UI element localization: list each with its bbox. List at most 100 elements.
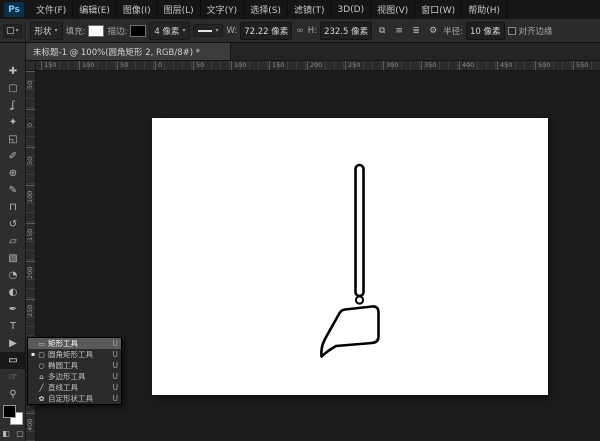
menu-item-label: 帮助(H)	[468, 3, 500, 16]
menu-filter[interactable]: 滤镜(T)	[288, 0, 332, 19]
flyout-rounded-rectangle-tool[interactable]: ▪ ▢ 圆角矩形工具 U	[28, 349, 121, 360]
menu-item-label: 文件(F)	[36, 3, 66, 16]
document-tab-title: 未标题-1 @ 100%(圆角矩形 2, RGB/8#) *	[33, 46, 200, 58]
menu-view[interactable]: 视图(V)	[371, 0, 415, 19]
ruler-tick: 150	[41, 61, 79, 70]
tool-icon: ↺	[9, 219, 17, 230]
stroke-style-select[interactable]: ▾	[193, 24, 223, 37]
radius-input[interactable]: 10 像素	[466, 22, 505, 40]
width-input[interactable]: 72.22 像素	[240, 22, 292, 40]
path-operations-button[interactable]: ⧉	[375, 24, 389, 38]
path-selection-tool[interactable]: ▶	[0, 335, 26, 352]
menu-edit[interactable]: 编辑(E)	[73, 0, 117, 19]
shape-icon: ▢	[37, 351, 46, 359]
ruler-number: 200	[26, 267, 34, 279]
separator	[25, 23, 27, 39]
chevron-down-icon: ▾	[182, 27, 185, 34]
menu-select[interactable]: 选择(S)	[244, 0, 288, 19]
menu-file[interactable]: 文件(F)	[30, 0, 73, 19]
zoom-tool[interactable]: ⚲	[0, 386, 26, 403]
tool-mode-select[interactable]: 形状 ▾	[30, 22, 63, 40]
menu-window[interactable]: 窗口(W)	[415, 0, 462, 19]
dodge-tool[interactable]: ◐	[0, 284, 26, 301]
flyout-polygon-tool[interactable]: ▪ ⌂ 多边形工具 U	[28, 371, 121, 382]
tool-icon: ◐	[9, 287, 18, 298]
history-brush-tool[interactable]: ↺	[0, 216, 26, 233]
ruler-tick: 150	[269, 61, 307, 70]
width-value: 72.22 像素	[244, 27, 288, 37]
gradient-tool[interactable]: ▧	[0, 250, 26, 267]
flyout-custom-shape-tool[interactable]: ▪ ✿ 自定形状工具 U	[28, 393, 121, 404]
foreground-color-swatch[interactable]	[3, 405, 16, 418]
photoshop-window: Ps 文件(F) 编辑(E) 图像(I) 图层(L)	[0, 0, 600, 441]
flyout-rectangle-tool[interactable]: ▪ ▭ 矩形工具 U	[28, 338, 121, 349]
flyout-item-label: 自定形状工具	[48, 393, 93, 404]
menu-image[interactable]: 图像(I)	[117, 0, 158, 19]
path-arrange-button[interactable]: ≣	[409, 24, 423, 38]
tools-panel: ✚ ▢ ʆ ✦ ◱ ✐	[0, 43, 26, 441]
flyout-item-label: 多边形工具	[48, 371, 86, 382]
eyedropper-tool[interactable]: ✐	[0, 148, 26, 165]
stroke-swatch[interactable]	[130, 25, 146, 37]
marquee-tool[interactable]: ▢	[0, 80, 26, 97]
flyout-item-shortcut: U	[113, 372, 119, 381]
brush-tool[interactable]: ✎	[0, 182, 26, 199]
menu-type[interactable]: 文字(Y)	[201, 0, 245, 19]
flyout-item-label: 圆角矩形工具	[48, 349, 93, 360]
move-tool[interactable]: ✚	[0, 63, 26, 80]
horizontal-ruler[interactable]: 150 100 50 0 50 100 150	[36, 61, 600, 71]
menu-help[interactable]: 帮助(H)	[462, 0, 507, 19]
ruler-number: 550	[576, 61, 588, 70]
healing-brush-tool[interactable]: ⊕	[0, 165, 26, 182]
ruler-origin[interactable]	[26, 61, 36, 71]
tool-icon: T	[10, 321, 16, 332]
tool-icon: ✦	[9, 117, 17, 128]
geometry-options-button[interactable]: ⚙	[426, 24, 440, 38]
lasso-tool[interactable]: ʆ	[0, 97, 26, 114]
screen-mode-button[interactable]: ▢	[14, 427, 26, 439]
link-dimensions-icon[interactable]: ∞	[295, 26, 305, 36]
height-input[interactable]: 232.5 像素	[320, 22, 372, 40]
fill-swatch[interactable]	[88, 25, 104, 37]
menu-layer[interactable]: 图层(L)	[158, 0, 201, 19]
ruler-number: 150	[44, 61, 56, 70]
menu-item-label: 视图(V)	[377, 3, 408, 16]
flyout-line-tool[interactable]: ▪ ╱ 直线工具 U	[28, 382, 121, 393]
crop-tool[interactable]: ◱	[0, 131, 26, 148]
tool-preset-picker[interactable]: ▢ ▾	[3, 24, 22, 38]
tool-icon: ⊓	[9, 202, 17, 213]
stroke-label: 描边:	[107, 25, 127, 37]
flyout-item-shortcut: U	[113, 383, 119, 392]
menu-bar: Ps 文件(F) 编辑(E) 图像(I) 图层(L)	[0, 0, 600, 20]
width-label: W:	[226, 26, 237, 36]
shape-icon: ✿	[37, 395, 46, 403]
tool-icon: ✒	[9, 304, 17, 315]
flyout-ellipse-tool[interactable]: ▪ ○ 椭圆工具 U	[28, 360, 121, 371]
path-alignment-button[interactable]: ≡	[392, 24, 406, 38]
document-tab[interactable]: 未标题-1 @ 100%(圆角矩形 2, RGB/8#) *	[26, 43, 231, 60]
blur-tool[interactable]: ◔	[0, 267, 26, 284]
ruler-tick: 500	[535, 61, 573, 70]
canvas[interactable]	[152, 118, 548, 395]
tool-icon: ◔	[9, 270, 18, 281]
menu-item-label: 窗口(W)	[421, 3, 455, 16]
stroke-width-select[interactable]: 4 像素 ▾	[149, 22, 190, 40]
menu-3d[interactable]: 3D(D)	[331, 0, 371, 19]
ruler-number: 250	[348, 61, 360, 70]
quick-mask-button[interactable]: ◧	[0, 427, 12, 439]
quick-selection-tool[interactable]: ✦	[0, 114, 26, 131]
align-edges-label: 对齐边缘	[519, 25, 553, 37]
type-tool[interactable]: T	[0, 318, 26, 335]
eraser-tool[interactable]: ▱	[0, 233, 26, 250]
ruler-tick: 300	[383, 61, 421, 70]
chevron-down-icon: ▾	[16, 27, 19, 34]
clone-stamp-tool[interactable]: ⊓	[0, 199, 26, 216]
pen-tool[interactable]: ✒	[0, 301, 26, 318]
shape-tool[interactable]: ▭	[0, 352, 26, 369]
ruler-tick: 250	[345, 61, 383, 70]
menu-item-label: 选择(S)	[250, 3, 281, 16]
align-edges-checkbox[interactable]	[508, 27, 516, 35]
hand-tool[interactable]: ☞	[0, 369, 26, 386]
ruler-number: 50	[26, 77, 34, 89]
flyout-item-label: 直线工具	[48, 382, 78, 393]
